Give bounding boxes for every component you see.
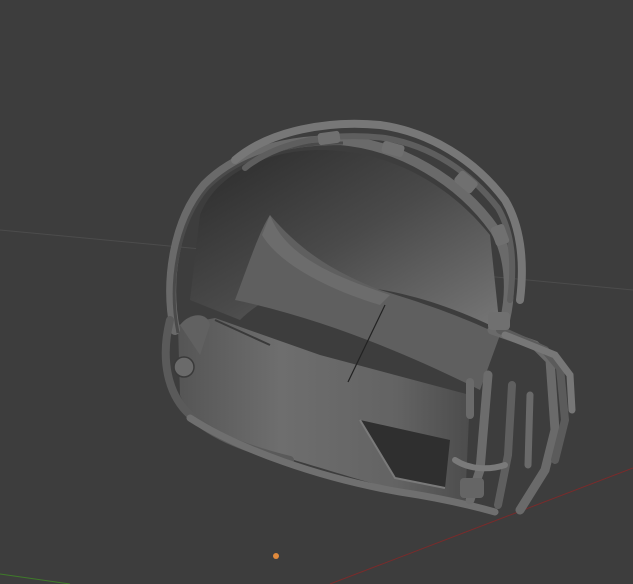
3d-viewport[interactable] — [0, 0, 633, 584]
cage-connector-top — [488, 312, 510, 330]
y-axis-line — [0, 573, 71, 584]
origin-point[interactable] — [273, 553, 279, 559]
cage-connector-bottom — [460, 478, 484, 498]
viewport-canvas[interactable] — [0, 0, 633, 584]
left-hinge-knob — [173, 356, 195, 378]
helmet-mesh[interactable] — [161, 119, 576, 516]
